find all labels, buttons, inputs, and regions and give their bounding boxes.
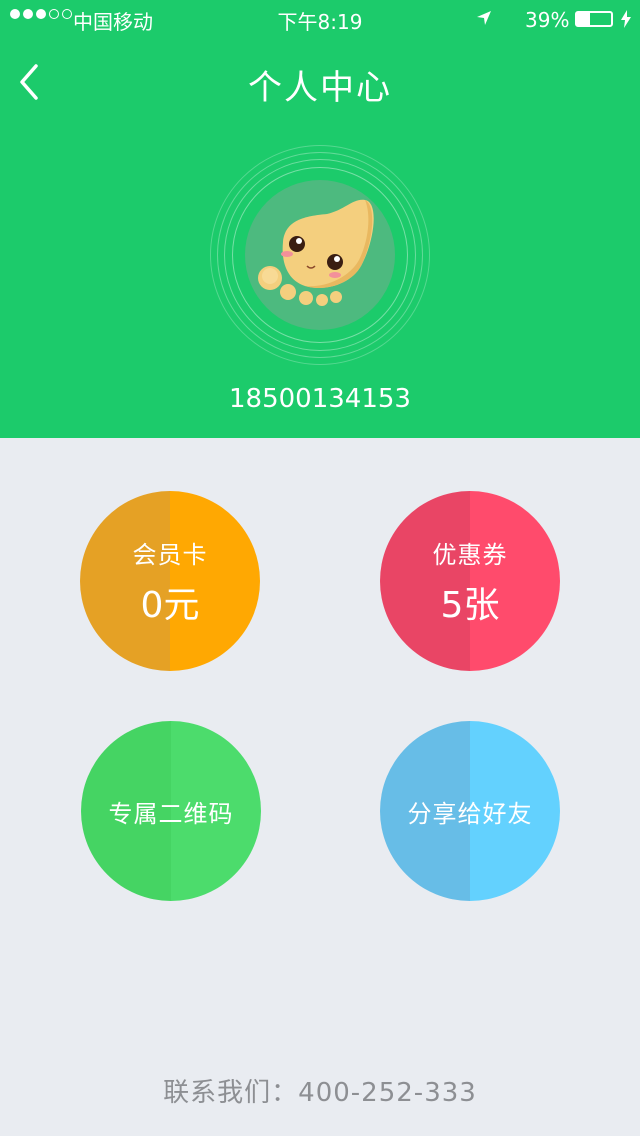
- share-button[interactable]: 分享给好友: [380, 721, 560, 901]
- bean-mascot-icon: [258, 199, 374, 306]
- member-card-content: 会员卡 0元: [80, 491, 260, 671]
- charging-bolt-icon: [621, 10, 631, 28]
- avatar-area: [210, 145, 430, 365]
- avatar[interactable]: [245, 180, 395, 330]
- phone-number: 18500134153: [229, 384, 411, 414]
- status-bar: 中国移动 下午8:19 39%: [0, 0, 640, 40]
- coupons-button[interactable]: 优惠券 5张: [380, 491, 560, 671]
- qr-code-label: 专属二维码: [108, 799, 234, 828]
- contact-us-text[interactable]: 联系我们：400-252-333: [0, 1072, 640, 1109]
- coupons-content: 优惠券 5张: [380, 491, 560, 671]
- member-card-button[interactable]: 会员卡 0元: [80, 491, 260, 671]
- coupons-count: 5张: [440, 584, 500, 626]
- profile-header: 中国移动 下午8:19 39% 个人中心 18500134153: [0, 0, 640, 438]
- coupons-label: 优惠券: [432, 540, 508, 569]
- qr-code-button[interactable]: 专属二维码: [81, 721, 261, 901]
- battery-icon: [575, 11, 613, 27]
- battery-percent: 39%: [525, 8, 570, 32]
- location-arrow-icon: [477, 11, 491, 25]
- personal-center-screen: 中国移动 下午8:19 39% 个人中心 18500134153 会员卡 0元 …: [0, 0, 640, 1136]
- member-card-label: 会员卡: [132, 540, 208, 569]
- member-card-balance: 0元: [140, 584, 200, 626]
- page-title: 个人中心: [248, 68, 392, 108]
- share-label: 分享给好友: [407, 799, 533, 828]
- battery-level: [577, 13, 591, 25]
- qr-code-content: 专属二维码: [81, 721, 261, 901]
- share-content: 分享给好友: [380, 721, 560, 901]
